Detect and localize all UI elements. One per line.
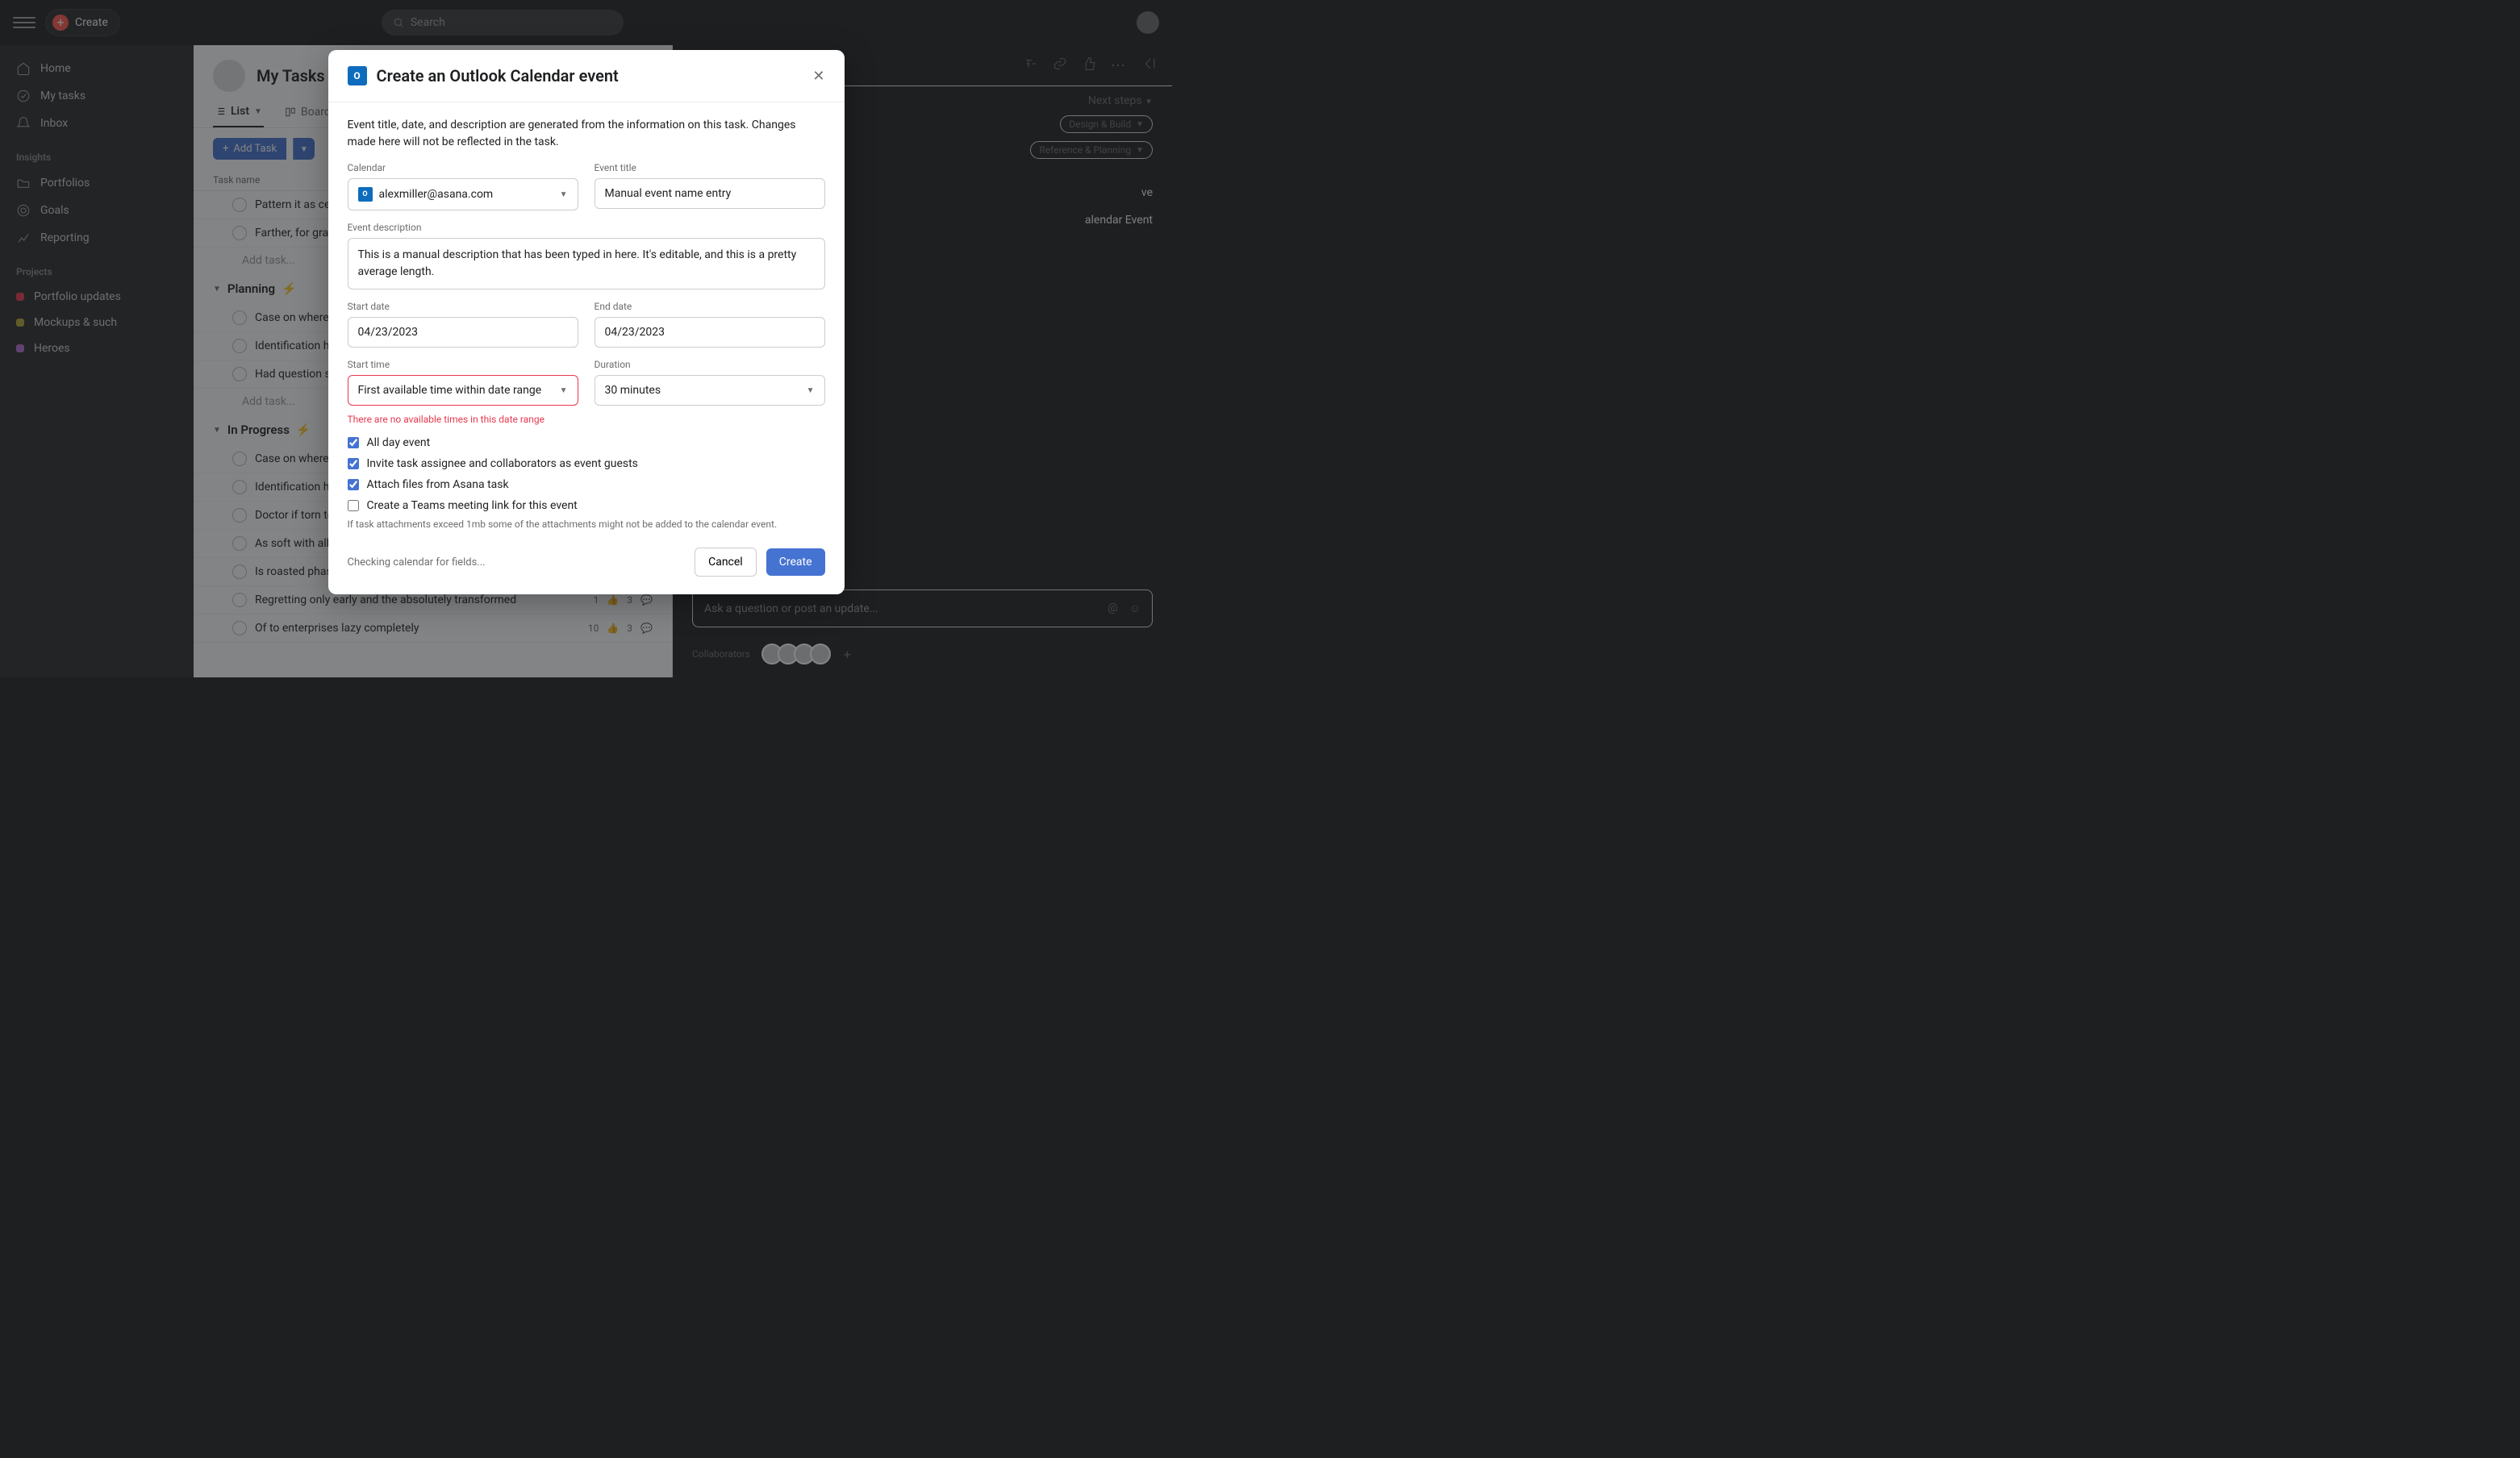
- teams-link-checkbox[interactable]: Create a Teams meeting link for this eve…: [348, 499, 825, 512]
- duration-value: 30 minutes: [605, 384, 661, 397]
- event-title-label: Event title: [595, 162, 825, 173]
- start-date-input[interactable]: [348, 317, 578, 348]
- event-title-input[interactable]: [595, 178, 825, 209]
- create-outlook-event-modal: O Create an Outlook Calendar event ✕ Eve…: [328, 50, 845, 594]
- modal-title: Create an Outlook Calendar event: [377, 66, 619, 85]
- checkbox-label: Attach files from Asana task: [367, 478, 509, 491]
- attach-files-checkbox[interactable]: Attach files from Asana task: [348, 478, 825, 491]
- start-time-error: There are no available times in this dat…: [348, 414, 578, 425]
- modal-overlay: O Create an Outlook Calendar event ✕ Eve…: [0, 0, 1172, 677]
- duration-label: Duration: [595, 359, 825, 370]
- calendar-select[interactable]: Oalexmiller@asana.com ▼: [348, 178, 578, 210]
- all-day-checkbox[interactable]: All day event: [348, 436, 825, 449]
- end-date-label: End date: [595, 301, 825, 312]
- calendar-label: Calendar: [348, 162, 578, 173]
- checkbox-label: Create a Teams meeting link for this eve…: [367, 499, 578, 512]
- start-time-label: Start time: [348, 359, 578, 370]
- event-description-label: Event description: [348, 222, 825, 233]
- modal-helper-text: Event title, date, and description are g…: [348, 117, 825, 151]
- chevron-down-icon: ▼: [560, 386, 568, 395]
- calendar-value: alexmiller@asana.com: [379, 188, 494, 201]
- outlook-icon: O: [358, 187, 373, 202]
- start-time-select[interactable]: First available time within date range ▼: [348, 375, 578, 406]
- chevron-down-icon: ▼: [560, 190, 568, 199]
- attachment-note: If task attachments exceed 1mb some of t…: [348, 519, 825, 530]
- event-description-input[interactable]: This is a manual description that has be…: [348, 238, 825, 290]
- create-button[interactable]: Create: [766, 548, 825, 576]
- invite-guests-checkbox[interactable]: Invite task assignee and collaborators a…: [348, 457, 825, 470]
- start-time-value: First available time within date range: [358, 384, 542, 397]
- checkbox-label: All day event: [367, 436, 431, 449]
- duration-select[interactable]: 30 minutes ▼: [595, 375, 825, 406]
- close-icon[interactable]: ✕: [812, 68, 824, 85]
- end-date-input[interactable]: [595, 317, 825, 348]
- start-date-label: Start date: [348, 301, 578, 312]
- modal-status-text: Checking calendar for fields...: [348, 556, 486, 569]
- outlook-icon: O: [348, 66, 367, 85]
- chevron-down-icon: ▼: [807, 386, 815, 395]
- cancel-button[interactable]: Cancel: [695, 548, 757, 577]
- checkbox-label: Invite task assignee and collaborators a…: [367, 457, 638, 470]
